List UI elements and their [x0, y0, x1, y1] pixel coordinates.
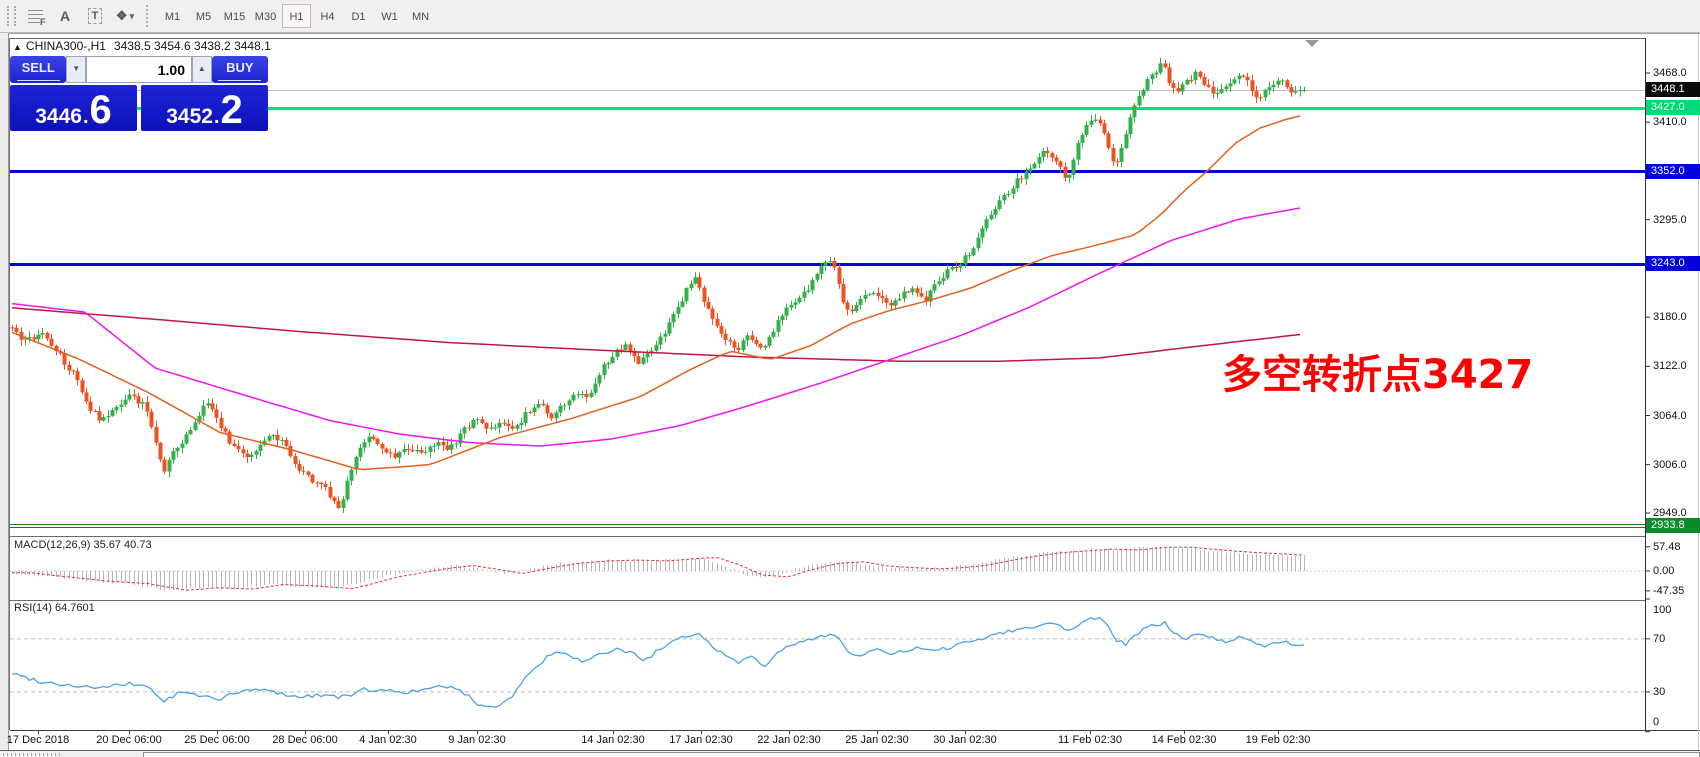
sell-price-big-digit: 6	[90, 94, 112, 127]
buy-button[interactable]: BUY	[212, 56, 268, 83]
arrange-objects-icon[interactable]: ❖▾	[112, 3, 138, 29]
buy-price-big-digit: 2	[221, 94, 243, 127]
volume-decrease-button[interactable]: ▼	[66, 56, 86, 83]
timeframe-mn[interactable]: MN	[406, 4, 435, 28]
price-axis-tick: 3468.0	[1653, 67, 1687, 79]
time-axis-label: 14 Jan 02:30	[581, 734, 645, 746]
timeframe-h1[interactable]: H1	[282, 4, 311, 28]
one-click-trade-panel: SELL ▼ ▲ BUY 3446.6 3452.2	[10, 56, 268, 131]
time-axis-label: 17 Jan 02:30	[669, 734, 733, 746]
timeframe-m30[interactable]: M30	[251, 4, 280, 28]
time-axis-label: 20 Dec 06:00	[96, 734, 161, 746]
text-box-icon[interactable]: T	[82, 3, 108, 29]
volume-increase-button[interactable]: ▲	[192, 56, 212, 83]
time-axis-label: 14 Feb 02:30	[1152, 734, 1217, 746]
price-line-badge: 3427.0	[1646, 100, 1700, 115]
price-axis-tick: 3410.0	[1653, 116, 1687, 128]
buy-price-dot: .	[214, 107, 220, 127]
sell-price-dot: .	[83, 107, 89, 127]
time-axis-label: 4 Jan 02:30	[359, 734, 417, 746]
price-axis-tick: 2949.0	[1653, 507, 1687, 519]
window-left-frame	[0, 33, 9, 750]
buy-price-main: 3452	[166, 106, 213, 127]
macd-indicator-label: MACD(12,26,9) 35.67 40.73	[14, 539, 152, 551]
chart-annotation-text: 多空转折点3427	[1222, 342, 1533, 400]
sell-button[interactable]: SELL	[10, 56, 66, 83]
buy-price-box[interactable]: 3452.2	[141, 85, 268, 131]
price-axis-tick: 3122.0	[1653, 360, 1687, 372]
timeframe-w1[interactable]: W1	[375, 4, 404, 28]
templates-grid-icon[interactable]: F	[22, 3, 48, 29]
timeframe-m5[interactable]: M5	[189, 4, 218, 28]
symbol-timeframe-label: CHINA300-,H1	[26, 39, 106, 53]
time-axis-label: 22 Jan 02:30	[757, 734, 821, 746]
rsi-axis-tick: 70	[1653, 633, 1665, 645]
rsi-axis-tick: 0	[1653, 716, 1659, 728]
bottom-panel-top	[143, 752, 1700, 757]
rsi-axis-tick: 100	[1653, 604, 1671, 616]
price-axis-tick: 3064.0	[1653, 410, 1687, 422]
timeframe-m15[interactable]: M15	[220, 4, 249, 28]
text-label-icon[interactable]: A	[52, 3, 78, 29]
bottom-docked-panel-edge	[0, 750, 1700, 757]
macd-axis-tick: -47.35	[1653, 585, 1684, 597]
price-line-badge: 2933.8	[1646, 518, 1700, 533]
macd-axis-tick: 57.48	[1653, 541, 1681, 553]
time-axis-label: 25 Jan 02:30	[845, 734, 909, 746]
price-line-badge: 3448.1	[1646, 82, 1700, 97]
price-axis-tick: 3006.0	[1653, 459, 1687, 471]
macd-axis-tick: 0.00	[1653, 565, 1674, 577]
rsi-axis-tick: 30	[1653, 686, 1665, 698]
price-line-badge: 3243.0	[1646, 256, 1700, 271]
ohlc-values: 3438.5 3454.6 3438.2 3448.1	[114, 39, 271, 53]
price-axis-tick: 3180.0	[1653, 311, 1687, 323]
collapse-triangle-icon[interactable]: ▲	[13, 42, 22, 52]
price-line-badge: 3352.0	[1646, 164, 1700, 179]
sell-price-box[interactable]: 3446.6	[10, 85, 137, 131]
time-axis-label: 28 Dec 06:00	[272, 734, 337, 746]
time-axis-label: 30 Jan 02:30	[933, 734, 997, 746]
timeframe-h4[interactable]: H4	[313, 4, 342, 28]
rsi-indicator-label: RSI(14) 64.7601	[14, 602, 95, 614]
time-axis-label: 9 Jan 02:30	[448, 734, 506, 746]
time-axis-label: 25 Dec 06:00	[184, 734, 249, 746]
chart-header: ▲ CHINA300-,H1 3438.5 3454.6 3438.2 3448.1	[13, 39, 271, 53]
time-axis-label: 19 Feb 02:30	[1246, 734, 1311, 746]
dropdown-caret-icon: ▾	[130, 11, 135, 22]
timeframe-m1[interactable]: M1	[158, 4, 187, 28]
price-axis-tick: 3295.0	[1653, 214, 1687, 226]
time-axis-label: 11 Feb 02:30	[1058, 734, 1122, 746]
toolbar-separator	[146, 5, 149, 27]
volume-input[interactable]	[86, 56, 192, 83]
sell-price-main: 3446	[35, 106, 82, 127]
main-toolbar: FAT❖▾ M1M5M15M30H1H4D1W1MN	[0, 0, 1700, 33]
toolbar-drag-handle[interactable]	[7, 6, 16, 26]
timeframe-d1[interactable]: D1	[344, 4, 373, 28]
time-axis-label: 17 Dec 2018	[7, 734, 69, 746]
bottom-drag-handle[interactable]	[3, 753, 63, 756]
